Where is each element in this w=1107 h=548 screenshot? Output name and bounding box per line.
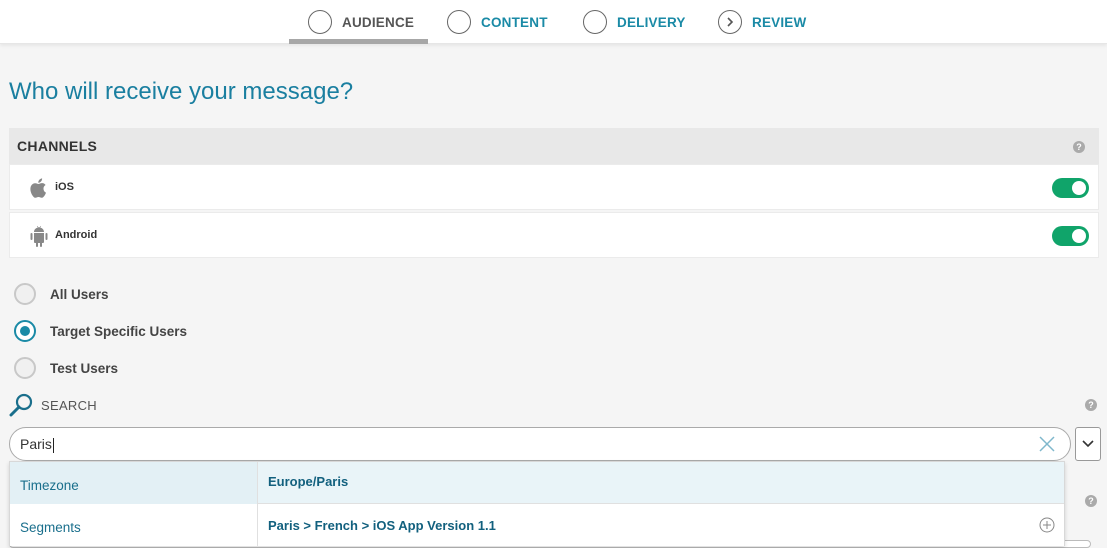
suggestion-value: Paris > French > iOS App Version 1.1 — [268, 517, 496, 533]
text-caret — [52, 437, 54, 453]
suggestion-value: Europe/Paris — [268, 473, 349, 489]
step-delivery[interactable]: DELIVERY — [583, 0, 686, 44]
channels-header: CHANNELS ? — [9, 128, 1099, 164]
radio-label: All Users — [50, 286, 109, 302]
channel-row-android: Android — [9, 212, 1099, 258]
radio-label: Test Users — [50, 360, 119, 376]
radio-button[interactable] — [14, 283, 36, 305]
step-delivery-label: DELIVERY — [617, 14, 686, 30]
step-circle-icon — [447, 10, 471, 34]
apple-icon — [30, 178, 46, 198]
search-suggestions: Timezone Europe/Paris Segments Paris > F… — [9, 461, 1065, 546]
add-circle-icon[interactable] — [1039, 517, 1055, 533]
android-icon — [30, 225, 48, 247]
radio-button[interactable] — [14, 357, 36, 379]
suggestion-row[interactable]: Segments Paris > French > iOS App Versio… — [10, 504, 1064, 546]
radio-label: Target Specific Users — [50, 323, 188, 339]
suggestion-row[interactable]: Timezone Europe/Paris — [10, 462, 1064, 504]
help-icon[interactable]: ? — [1073, 141, 1085, 153]
step-circle-icon — [583, 10, 607, 34]
radio-all-users[interactable]: All Users — [14, 283, 109, 305]
search-icon — [9, 393, 33, 417]
help-icon[interactable]: ? — [1085, 495, 1097, 507]
clear-search-icon[interactable] — [1037, 434, 1057, 454]
suggestion-category: Segments — [10, 504, 258, 546]
step-content[interactable]: CONTENT — [447, 0, 548, 44]
radio-button[interactable] — [14, 320, 36, 342]
search-heading: SEARCH — [9, 392, 97, 418]
toggle-knob — [1072, 181, 1086, 195]
page-title: Who will receive your message? — [9, 78, 354, 105]
search-options-dropdown[interactable] — [1075, 427, 1101, 461]
radio-target-specific-users[interactable]: Target Specific Users — [14, 320, 187, 342]
step-audience-label: AUDIENCE — [342, 14, 415, 30]
search-input[interactable]: Paris — [9, 427, 1071, 461]
chevron-right-icon — [718, 10, 742, 34]
channels-title: CHANNELS — [17, 138, 98, 154]
search-input-value: Paris — [20, 436, 52, 452]
search-label: SEARCH — [41, 397, 97, 413]
step-content-label: CONTENT — [481, 14, 548, 30]
android-toggle[interactable] — [1052, 226, 1089, 246]
chevron-down-icon — [1082, 440, 1094, 448]
radio-dot — [20, 326, 30, 336]
suggestion-category: Timezone — [10, 462, 258, 504]
toggle-knob — [1072, 229, 1086, 243]
step-review-label: REVIEW — [752, 14, 807, 30]
step-circle-icon — [308, 10, 332, 34]
help-icon[interactable]: ? — [1085, 399, 1097, 411]
ios-toggle[interactable] — [1052, 178, 1089, 198]
wizard-step-bar: AUDIENCE CONTENT DELIVERY REVIEW — [0, 0, 1107, 44]
radio-test-users[interactable]: Test Users — [14, 357, 118, 379]
channel-row-ios: iOS — [9, 164, 1099, 210]
channel-label-ios: iOS — [55, 181, 74, 193]
channel-label-android: Android — [55, 229, 98, 241]
active-step-indicator — [289, 39, 428, 44]
step-review[interactable]: REVIEW — [718, 0, 806, 44]
step-audience[interactable]: AUDIENCE — [308, 0, 414, 44]
